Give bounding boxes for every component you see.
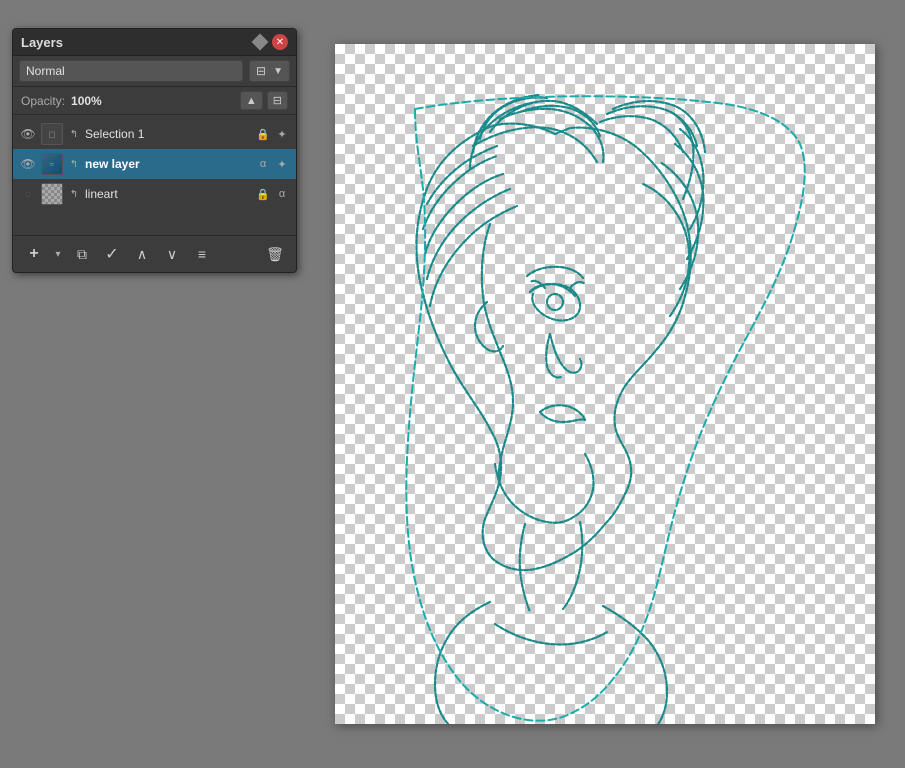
- group-layer-button[interactable]: ⧉: [69, 241, 95, 267]
- layer-link-selection1: ↰: [67, 127, 81, 141]
- delete-layer-button[interactable]: 🗑: [262, 241, 288, 267]
- opacity-value: 100%: [71, 94, 102, 108]
- layer-actions-lineart: 🔒 α: [255, 186, 290, 202]
- layer-lock-icon[interactable]: 🔒: [255, 126, 271, 142]
- move-down-button[interactable]: ∨: [159, 241, 185, 267]
- close-button[interactable]: ✕: [272, 34, 288, 50]
- opacity-menu-button[interactable]: ⊟: [267, 91, 288, 110]
- title-icons: ✕: [254, 34, 288, 50]
- layer-item-newlayer[interactable]: 👁 ≈ ↰ new layer α ✦: [13, 149, 296, 179]
- layer-props-button[interactable]: ≡: [189, 241, 215, 267]
- layer-visibility-selection1[interactable]: 👁: [19, 125, 37, 143]
- move-up-button[interactable]: ∧: [129, 241, 155, 267]
- blend-mode-select[interactable]: Normal: [19, 60, 243, 82]
- add-layer-button[interactable]: +: [21, 241, 47, 267]
- filter-button[interactable]: ⊟ ▼: [249, 60, 290, 82]
- layer-star-icon[interactable]: ✦: [274, 126, 290, 142]
- filter-arrow: ▼: [273, 66, 283, 77]
- layer-link-newlayer: ↰: [67, 157, 81, 171]
- check-layer-button[interactable]: ✓: [99, 241, 125, 267]
- layer-thumb-newlayer: ≈: [41, 153, 63, 175]
- opacity-label: Opacity:: [21, 94, 65, 108]
- layer-name-selection1: Selection 1: [85, 127, 251, 141]
- layer-link-lineart: ↰: [67, 187, 81, 201]
- canvas-drawing: .lineart-stroke { fill: none; stroke: #1…: [335, 44, 875, 724]
- layer-alpha2-icon[interactable]: α: [274, 186, 290, 202]
- layer-fx-icon[interactable]: ✦: [274, 156, 290, 172]
- filter-icon: ⊟: [256, 64, 266, 78]
- opacity-up-button[interactable]: ▲: [240, 91, 263, 110]
- add-layer-dropdown[interactable]: ▾: [51, 241, 65, 267]
- opacity-row: Opacity: 100% ▲ ⊟: [13, 87, 296, 115]
- layer-thumb-selection1: ◻: [41, 123, 63, 145]
- layers-titlebar: Layers ✕: [13, 29, 296, 56]
- panel-title: Layers: [21, 35, 63, 50]
- layer-visibility-lineart[interactable]: ○: [19, 185, 37, 203]
- layer-item-lineart[interactable]: ○ ↰ lineart 🔒 α: [13, 179, 296, 209]
- drawing-canvas: .lineart-stroke { fill: none; stroke: #1…: [335, 44, 875, 724]
- layers-bottom: + ▾ ⧉ ✓ ∧ ∨ ≡ 🗑: [13, 235, 296, 272]
- layer-lock2-icon[interactable]: 🔒: [255, 186, 271, 202]
- diamond-icon: [252, 34, 269, 51]
- layer-alpha-icon[interactable]: α: [255, 156, 271, 172]
- layer-thumb-lineart: [41, 183, 63, 205]
- layer-name-newlayer: new layer: [85, 157, 251, 171]
- blend-mode-row: Normal ⊟ ▼: [13, 56, 296, 87]
- layer-actions-selection1: 🔒 ✦: [255, 126, 290, 142]
- canvas-area: .lineart-stroke { fill: none; stroke: #1…: [315, 28, 895, 740]
- layers-panel: Layers ✕ Normal ⊟ ▼ Opacity: 100% ▲ ⊟ 👁 …: [12, 28, 297, 273]
- layer-visibility-newlayer[interactable]: 👁: [19, 155, 37, 173]
- layer-name-lineart: lineart: [85, 187, 251, 201]
- layers-list: 👁 ◻ ↰ Selection 1 🔒 ✦ 👁 ≈ ↰ new layer α …: [13, 115, 296, 235]
- layer-item-selection1[interactable]: 👁 ◻ ↰ Selection 1 🔒 ✦: [13, 119, 296, 149]
- opacity-controls: ▲ ⊟: [240, 91, 288, 110]
- layer-actions-newlayer: α ✦: [255, 156, 290, 172]
